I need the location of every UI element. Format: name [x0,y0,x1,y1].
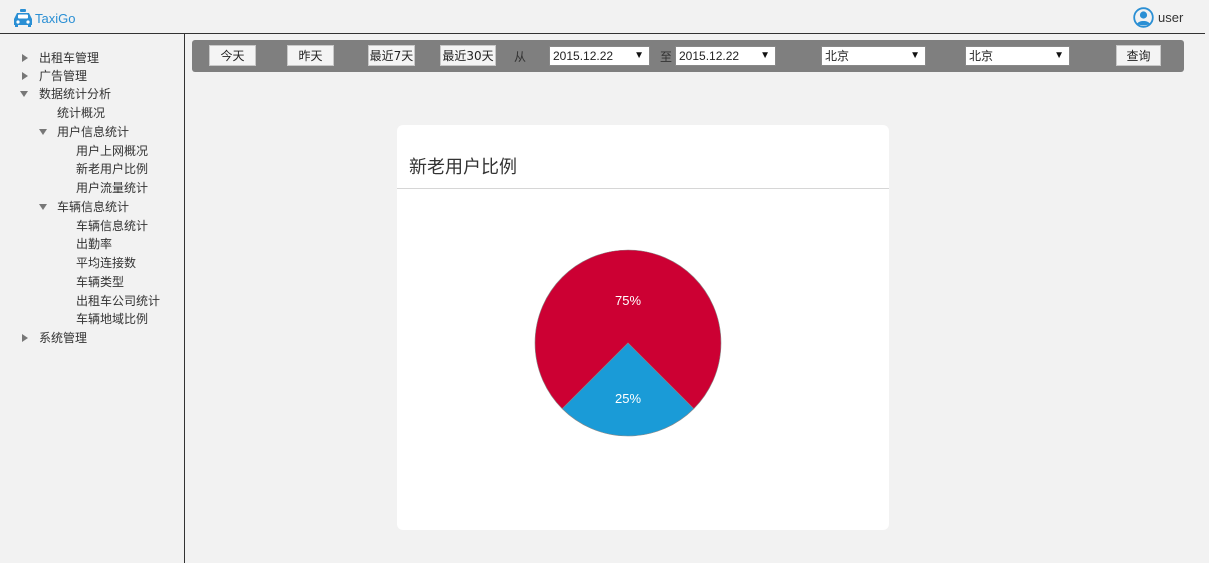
user-name: user [1158,10,1184,25]
sidebar-item-new-old-user-ratio[interactable]: 新老用户比例 [76,160,148,178]
expand-arrow-icon[interactable] [22,72,28,80]
collapse-arrow-icon[interactable] [20,91,28,97]
sidebar-item-label: 车辆地域比例 [76,312,149,326]
logo[interactable]: TaxiGo [12,8,75,28]
sidebar-item-label: 车辆类型 [76,275,125,289]
sidebar-item-label: 平均连接数 [76,256,137,270]
sidebar-item-label: 数据统计分析 [39,87,112,101]
yesterday-button[interactable]: 昨天 [287,45,334,66]
sidebar-item-label: 出勤率 [76,237,113,251]
city-select-1[interactable]: 北京 ▼ [821,46,926,66]
top-bar: TaxiGo user [0,0,1209,34]
pie-chart: 75% 25% [534,249,722,437]
user-menu[interactable]: user [1133,7,1183,28]
city-select-2-value: 北京 [969,49,994,63]
sidebar-item-user-online-overview[interactable]: 用户上网概况 [76,142,148,160]
from-label: 从 [514,50,527,64]
pie-slice-label-1: 75% [615,293,641,308]
collapse-arrow-icon[interactable] [39,129,47,135]
to-label: 至 [660,50,673,64]
sidebar-item-label: 系统管理 [39,331,88,345]
expand-arrow-icon[interactable] [22,334,28,342]
taxi-icon [14,9,32,27]
sidebar-item-vehicle-types[interactable]: 车辆类型 [76,273,124,291]
sidebar-item-user-traffic-stats[interactable]: 用户流量统计 [76,179,148,197]
end-date-select[interactable]: 2015.12.22 ▼ [675,46,776,66]
sidebar-item-attendance-rate[interactable]: 出勤率 [76,235,112,253]
sidebar-item-stats-overview[interactable]: 统计概况 [57,104,105,122]
sidebar-item-label: 广告管理 [39,69,88,83]
dropdown-arrow-icon: ▼ [910,50,920,61]
sidebar-item-vehicle-info-stats[interactable]: 车辆信息统计 [76,217,148,235]
card-title: 新老用户比例 [409,157,517,178]
sidebar-item-label: 车辆信息统计 [57,200,130,214]
dropdown-arrow-icon: ▼ [634,50,644,61]
sidebar-item-label: 统计概况 [57,106,106,120]
last-7-days-button[interactable]: 最近7天 [368,45,415,66]
chart-card: 新老用户比例 75% 25% [397,125,889,530]
dropdown-arrow-icon: ▼ [760,50,770,61]
sidebar-item-label: 用户上网概况 [76,144,149,158]
sidebar-item-label: 出租车公司统计 [76,294,161,308]
query-button[interactable]: 查询 [1116,45,1161,66]
logo-text: TaxiGo [35,10,76,26]
sidebar-item-label: 用户信息统计 [57,125,130,139]
filter-bar: 今天 昨天 最近7天 最近30天 从 2015.12.22 ▼ 至 2015.1… [192,40,1184,72]
pie-slice-label-2: 25% [615,391,641,406]
start-date-select[interactable]: 2015.12.22 ▼ [549,46,650,66]
pie-chart-area: 75% 25% [397,189,889,530]
expand-arrow-icon[interactable] [22,54,28,62]
city-select-1-value: 北京 [825,49,850,63]
today-button[interactable]: 今天 [209,45,256,66]
sidebar-item-label: 出租车管理 [39,51,100,65]
sidebar-item-label: 车辆信息统计 [76,219,149,233]
start-date-value: 2015.12.22 [553,49,614,63]
sidebar-item-vehicle-region-ratio[interactable]: 车辆地域比例 [76,310,148,328]
city-select-2[interactable]: 北京 ▼ [965,46,1070,66]
collapse-arrow-icon[interactable] [39,204,47,210]
sidebar-item-taxi-company-stats[interactable]: 出租车公司统计 [76,292,160,310]
last-30-days-button[interactable]: 最近30天 [440,45,496,66]
user-circle-icon [1133,7,1154,28]
sidebar-nav: 出租车管理 广告管理 数据统计分析 统计概况 用户信息统计 用户上网概况 新老用… [0,34,185,563]
dropdown-arrow-icon: ▼ [1054,50,1064,61]
sidebar-item-label: 新老用户比例 [76,162,149,176]
sidebar-item-avg-connections[interactable]: 平均连接数 [76,254,136,272]
sidebar-item-label: 用户流量统计 [76,181,149,195]
end-date-value: 2015.12.22 [679,49,740,63]
